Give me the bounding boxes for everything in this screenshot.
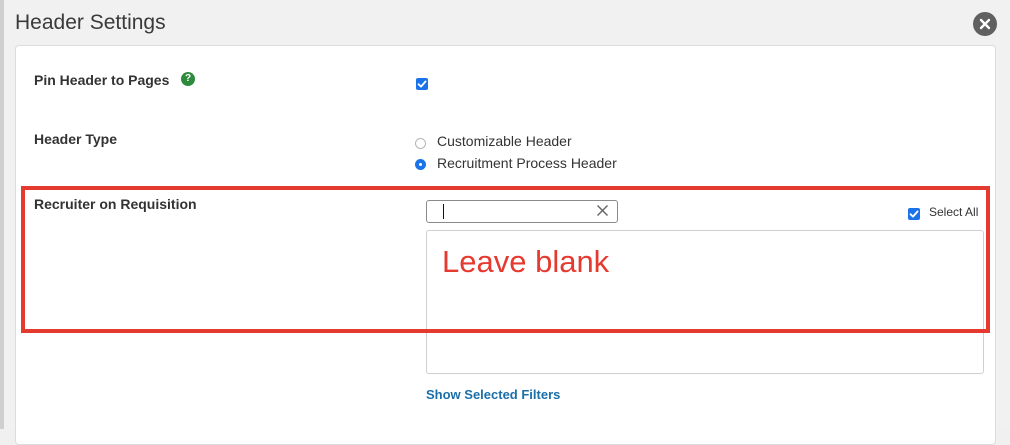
- header-settings-dialog: Header Settings Pin Header to Pages ? He…: [0, 0, 1010, 445]
- pin-header-label: Pin Header to Pages: [34, 72, 170, 88]
- recruiter-search-input[interactable]: [431, 202, 601, 221]
- header-type-label: Header Type: [34, 131, 117, 147]
- radio-recruitment-process-header-label[interactable]: Recruitment Process Header: [437, 155, 617, 171]
- recruiter-options-list[interactable]: [426, 230, 984, 374]
- pin-header-checkbox[interactable]: [416, 78, 428, 90]
- close-icon[interactable]: [973, 12, 997, 36]
- radio-customizable-header-label[interactable]: Customizable Header: [437, 133, 572, 149]
- help-icon[interactable]: ?: [181, 72, 195, 86]
- select-all-label[interactable]: Select All: [929, 205, 978, 219]
- dialog-title: Header Settings: [15, 11, 166, 34]
- clear-x-icon[interactable]: [596, 204, 609, 217]
- radio-recruitment-process-header[interactable]: [415, 159, 426, 170]
- backdrop-edge: [0, 0, 4, 429]
- radio-customizable-header[interactable]: [415, 138, 426, 149]
- text-caret: [443, 204, 444, 219]
- recruiter-label: Recruiter on Requisition: [34, 196, 197, 212]
- recruiter-search-box[interactable]: [426, 200, 618, 223]
- select-all-checkbox[interactable]: [908, 208, 920, 220]
- show-selected-filters-link[interactable]: Show Selected Filters: [426, 387, 560, 402]
